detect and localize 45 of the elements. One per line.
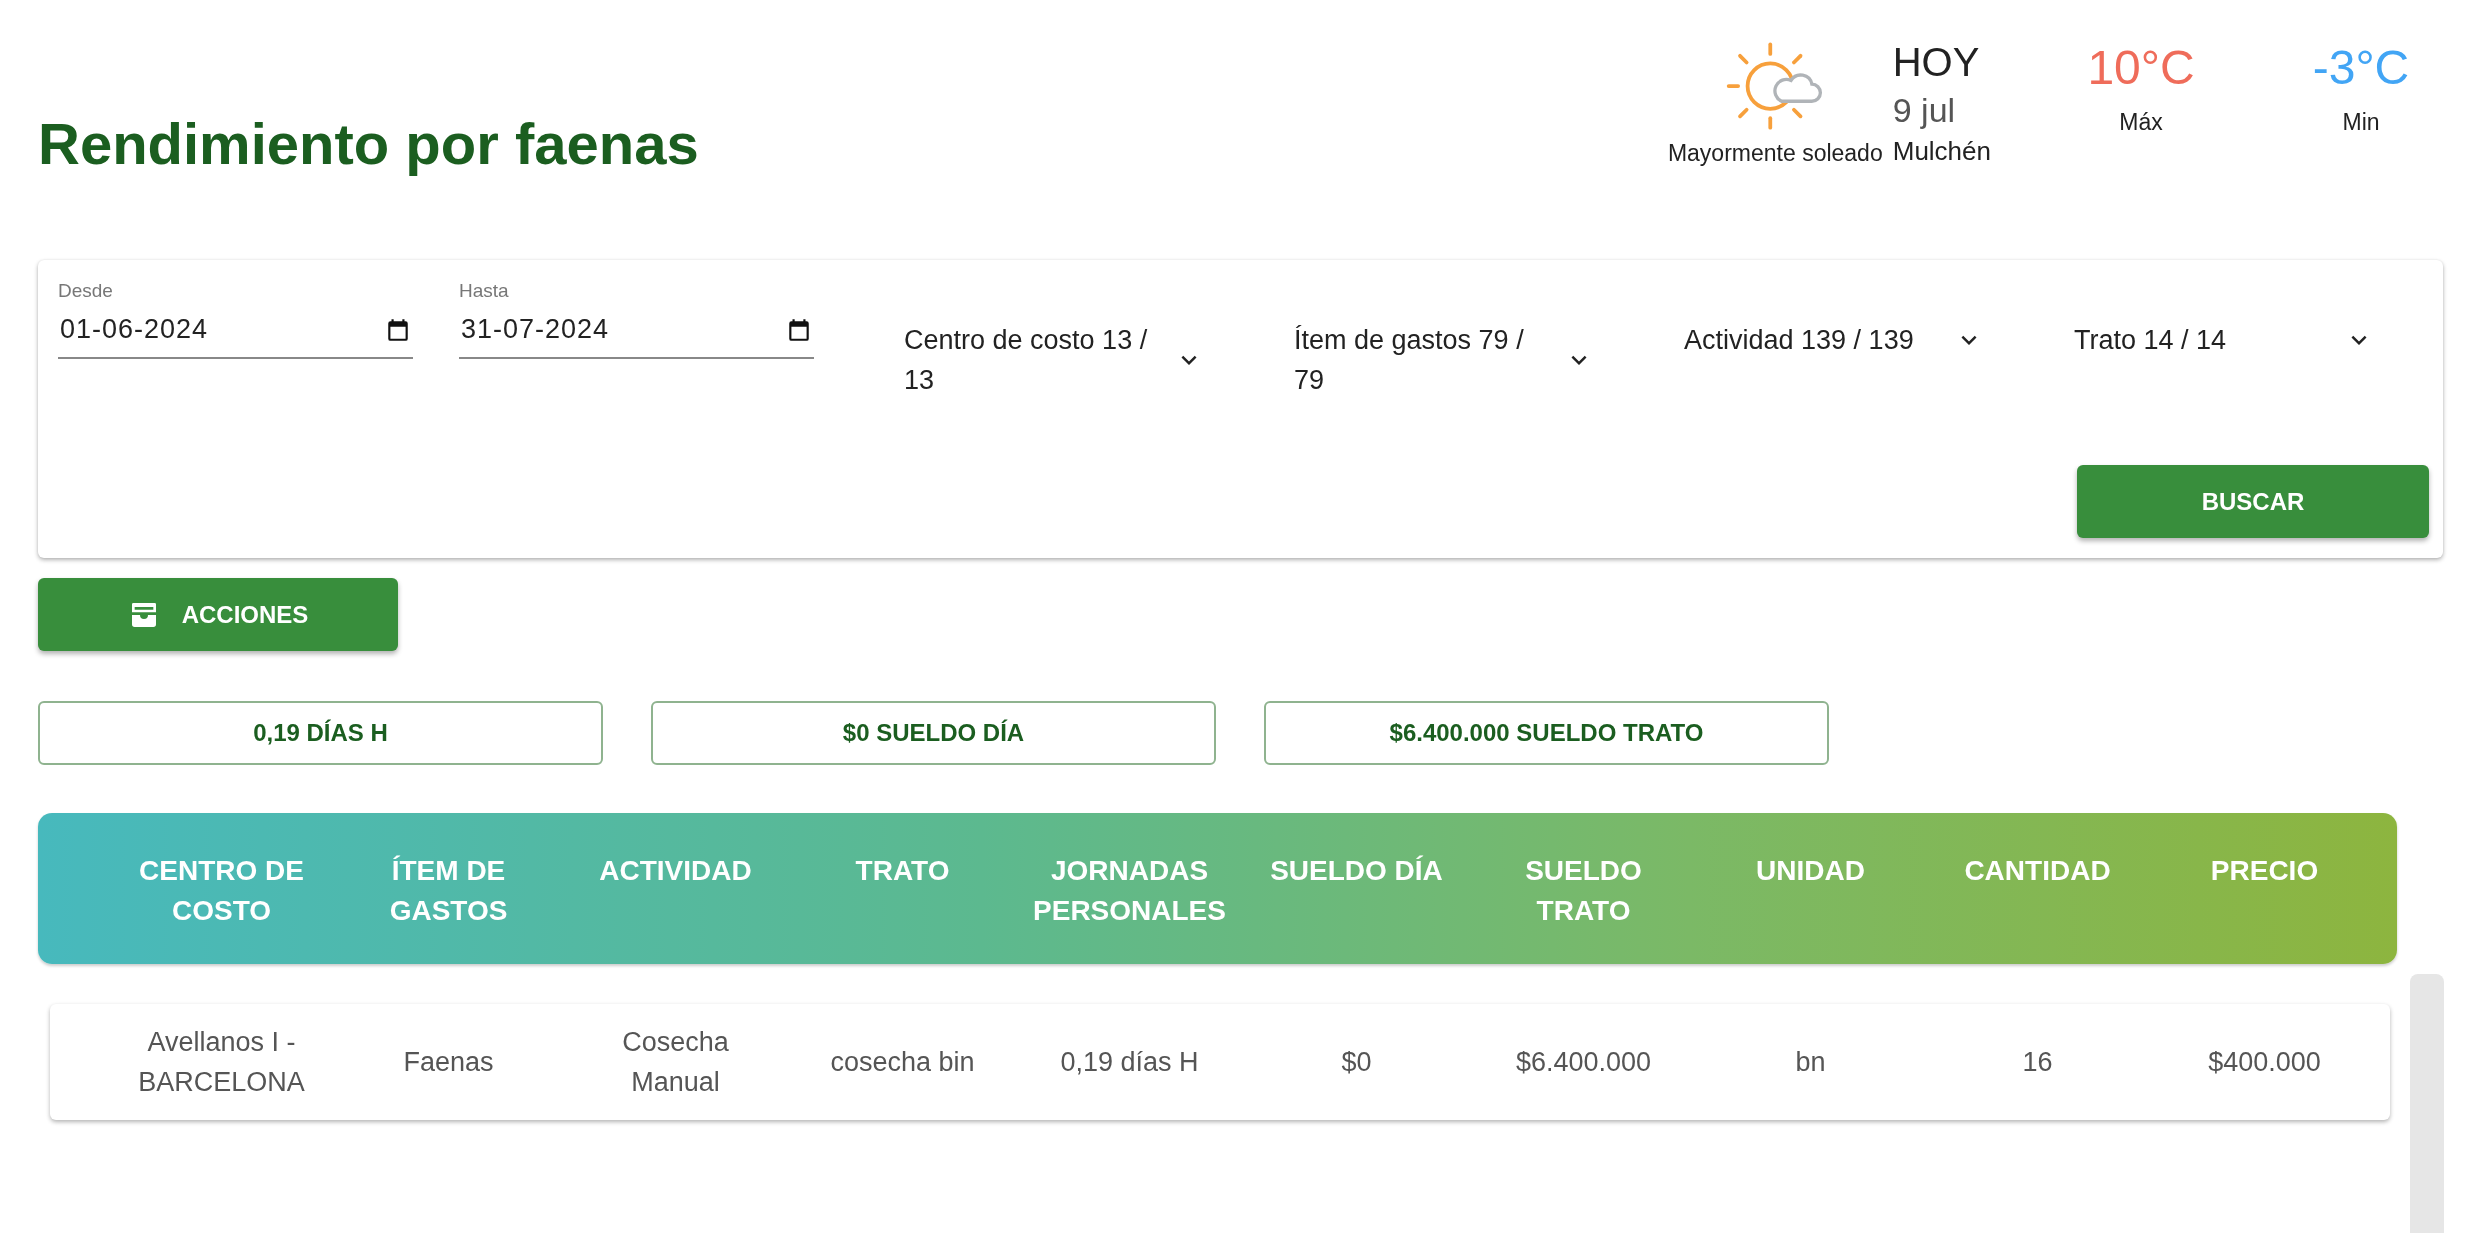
date-label: Desde bbox=[58, 280, 114, 302]
filter-dropdown[interactable]: Trato 14 / 14 bbox=[2074, 320, 2374, 360]
table-cell-text: $6.400.000 bbox=[1514, 1046, 1653, 1079]
filter-dropdown[interactable]: Actividad 139 / 139 bbox=[1684, 320, 1984, 360]
max-label: Máx bbox=[2119, 109, 2163, 136]
column-header: TRATO bbox=[854, 854, 951, 888]
weather-condition: Mayormente soleado bbox=[1667, 140, 1883, 167]
table-cell-text: $400.000 bbox=[2207, 1046, 2322, 1079]
table-cell-text: Faenas bbox=[402, 1046, 495, 1079]
max-temperature: 10°C bbox=[2087, 40, 2195, 95]
min-label: Min bbox=[2342, 109, 2380, 136]
table-cell-text: Avellanos I - BARCELONA bbox=[137, 1026, 306, 1099]
page-title: Rendimiento por faenas bbox=[38, 110, 699, 177]
weather-date: 9 jul bbox=[1892, 91, 1957, 130]
actions-button[interactable]: ACCIONES bbox=[38, 578, 398, 651]
column-header: CENTRO DE COSTO bbox=[138, 854, 305, 928]
table-cell-text: bn bbox=[1794, 1046, 1827, 1079]
column-header: SUELDO TRATO bbox=[1524, 854, 1643, 928]
table-cell-text: 16 bbox=[2021, 1046, 2054, 1079]
table-cell-text: 0,19 días H bbox=[1059, 1046, 1200, 1079]
summary-total: $6.400.000 SUELDO TRATO bbox=[1264, 701, 1829, 765]
column-header: ÍTEM DE GASTOS bbox=[388, 854, 509, 928]
date-field[interactable]: 01-06-2024 bbox=[58, 310, 413, 359]
column-header: UNIDAD bbox=[1755, 854, 1866, 888]
table-cell-text: Cosecha Manual bbox=[621, 1026, 730, 1099]
date-label: Hasta bbox=[459, 280, 510, 302]
filter-dropdown[interactable]: Centro de costo 13 / 13 bbox=[904, 320, 1204, 400]
calendar-icon bbox=[385, 316, 411, 343]
table-cell-text: cosecha bin bbox=[829, 1046, 976, 1079]
summary-total: 0,19 DÍAS H bbox=[38, 701, 603, 765]
scrollbar[interactable] bbox=[2410, 974, 2444, 1233]
date-field[interactable]: 31-07-2024 bbox=[459, 310, 814, 359]
weather-location: Mulchén bbox=[1892, 136, 1991, 167]
min-temperature: -3°C bbox=[2312, 40, 2410, 95]
day-label: HOY bbox=[1892, 40, 1981, 85]
column-header: PRECIO bbox=[2209, 854, 2320, 888]
filter-dropdown[interactable]: Ítem de gastos 79 / 79 bbox=[1294, 320, 1594, 400]
calendar-icon bbox=[786, 316, 812, 343]
table-cell-text: $0 bbox=[1340, 1046, 1373, 1079]
summary-total: $0 SUELDO DÍA bbox=[651, 701, 1216, 765]
column-header: ACTIVIDAD bbox=[598, 854, 753, 888]
column-header: CANTIDAD bbox=[1963, 854, 2112, 888]
column-header: SUELDO DÍA bbox=[1269, 854, 1444, 888]
column-header: JORNADAS PERSONALES bbox=[1032, 854, 1227, 928]
search-button[interactable]: BUSCAR bbox=[2077, 465, 2429, 538]
